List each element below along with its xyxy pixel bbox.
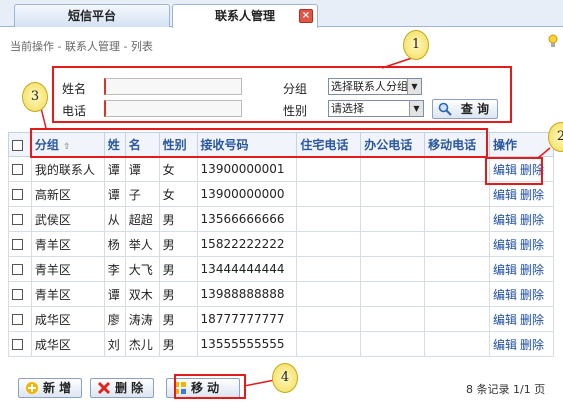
callout-3: 3 bbox=[22, 82, 48, 112]
annotation-leaders bbox=[39, 57, 551, 387]
callout-4: 4 bbox=[272, 363, 298, 393]
callout-1: 1 bbox=[403, 30, 429, 60]
